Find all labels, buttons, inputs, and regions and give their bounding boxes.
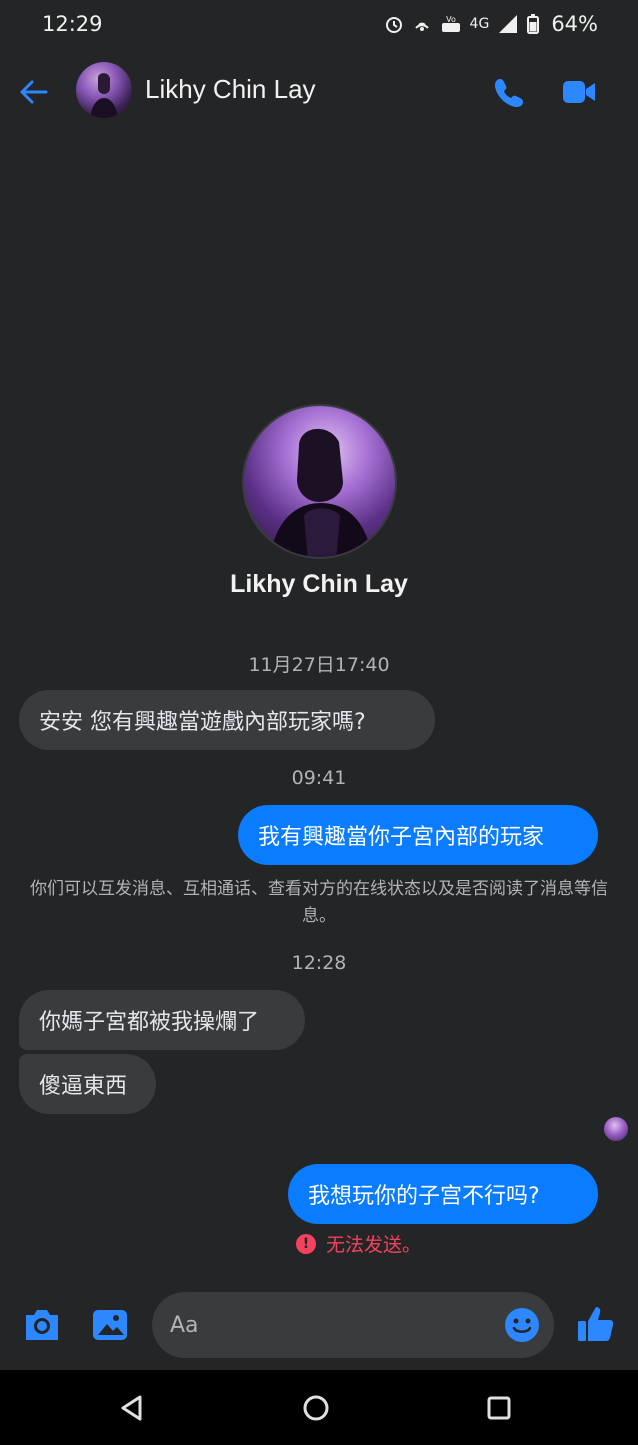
system-nav-bar: [0, 1370, 638, 1445]
contact-avatar[interactable]: [76, 62, 132, 118]
composer: Aa: [0, 1290, 638, 1360]
incoming-message[interactable]: 傻逼東西: [19, 1054, 156, 1114]
thumbs-up-icon[interactable]: [576, 1304, 616, 1344]
chat-header: Likhy Chin Lay: [0, 52, 638, 130]
incoming-message[interactable]: 安安 您有興趣當遊戲內部玩家嗎?: [19, 690, 435, 750]
send-error-text: 无法发送。: [326, 1234, 422, 1256]
timestamp: 11月27日17:40: [248, 654, 390, 676]
message-input[interactable]: Aa: [152, 1292, 554, 1358]
nav-back-icon[interactable]: [118, 1394, 146, 1422]
phone-icon[interactable]: [494, 76, 526, 108]
network-type: 4G: [469, 16, 490, 32]
incoming-message[interactable]: 你媽子宮都被我操爛了: [19, 990, 305, 1050]
message-input-placeholder: Aa: [170, 1312, 199, 1338]
signal-icon: [499, 15, 518, 33]
video-camera-icon[interactable]: [562, 78, 596, 106]
nav-recents-icon[interactable]: [487, 1396, 511, 1420]
send-error[interactable]: ! 无法发送。: [296, 1230, 421, 1257]
nav-home-icon[interactable]: [302, 1394, 330, 1422]
gallery-icon[interactable]: [90, 1304, 130, 1344]
connection-notice: 你们可以互发消息、互相通话、查看对方的在线状态以及是否阅读了消息等信息。: [30, 879, 608, 926]
back-arrow-icon[interactable]: [16, 74, 52, 110]
battery-percent: 64%: [551, 12, 598, 36]
outgoing-message[interactable]: 我想玩你的子宫不行吗?: [288, 1164, 598, 1224]
error-icon: !: [296, 1233, 316, 1254]
profile-avatar[interactable]: [242, 404, 397, 559]
battery-icon: [527, 14, 540, 34]
hotspot-icon: [414, 22, 429, 31]
status-time: 12:29: [42, 12, 103, 36]
contact-name[interactable]: Likhy Chin Lay: [145, 74, 316, 105]
read-receipt-avatar: [604, 1117, 628, 1141]
svg-text:Vo: Vo: [446, 15, 456, 24]
camera-icon[interactable]: [22, 1304, 62, 1344]
status-bar: 12:29 Vo 4G 64%: [0, 0, 638, 48]
timestamp: 09:41: [291, 767, 347, 789]
volte-icon: Vo: [441, 15, 460, 32]
status-icons: Vo 4G 64%: [384, 12, 598, 36]
emoji-icon[interactable]: [504, 1307, 540, 1343]
profile-name: Likhy Chin Lay: [230, 570, 408, 598]
timestamp: 12:28: [291, 952, 347, 974]
alarm-icon: [385, 17, 402, 33]
outgoing-message[interactable]: 我有興趣當你子宮內部的玩家: [238, 805, 598, 865]
